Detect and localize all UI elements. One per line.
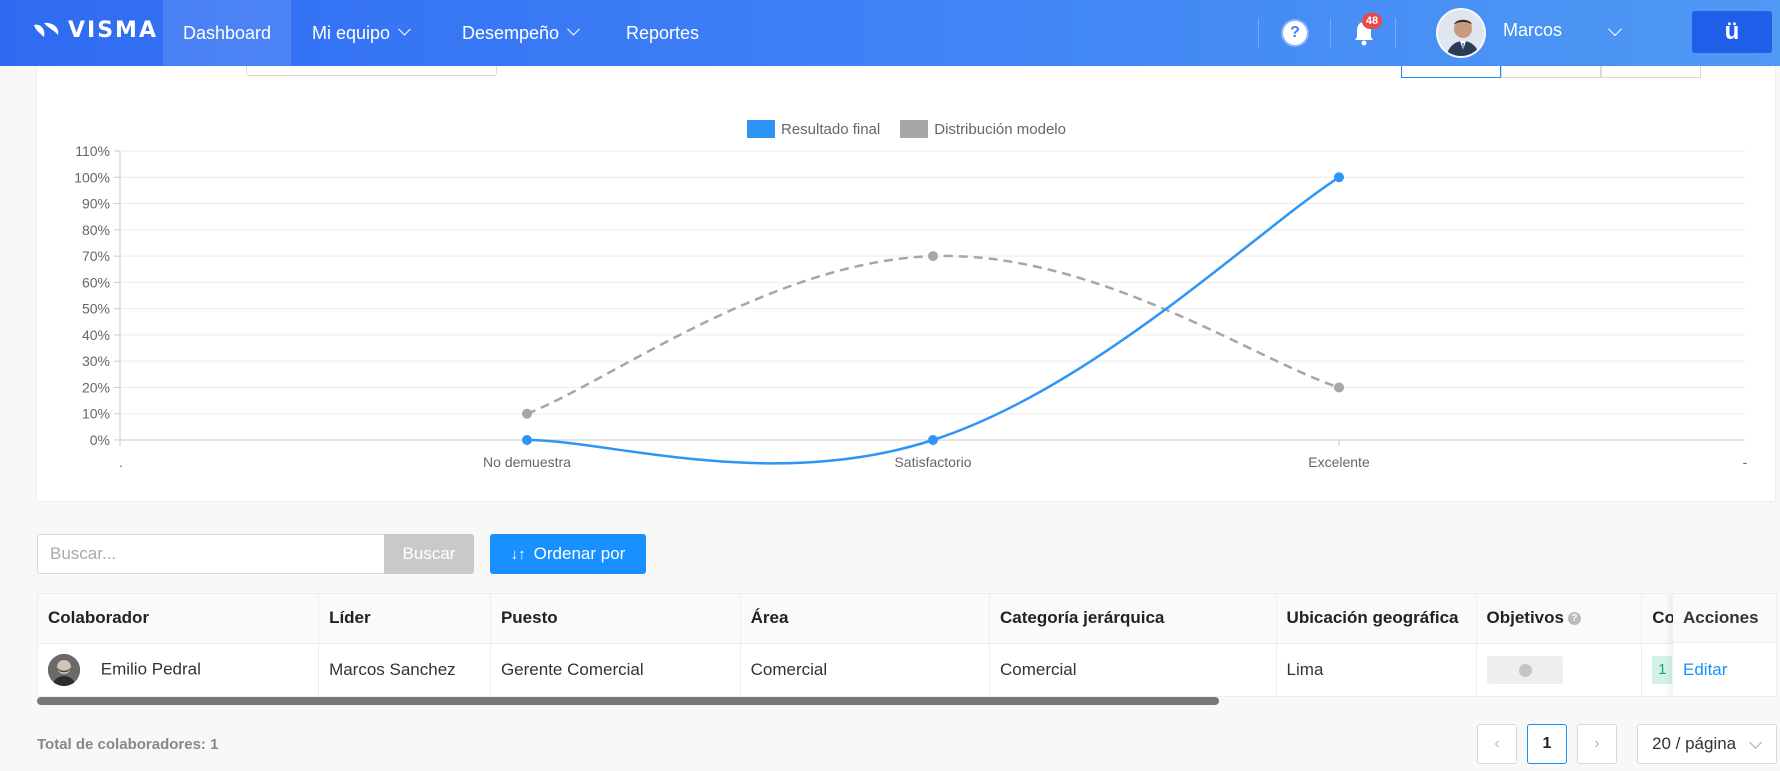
- y-tick-label: 50%: [82, 301, 110, 317]
- col-header-puesto[interactable]: Puesto: [490, 594, 741, 644]
- employee-avatar-photo: [48, 654, 80, 687]
- col-header-colaborador[interactable]: Colaborador: [38, 594, 320, 644]
- sort-arrows-icon: ↓↑: [510, 545, 526, 563]
- chevron-down-icon: [567, 22, 580, 36]
- cell-categoria: Comercial: [989, 643, 1277, 696]
- help-icon[interactable]: ?: [1283, 21, 1307, 45]
- employee-avatar[interactable]: [48, 654, 80, 687]
- result-point: [1334, 172, 1344, 183]
- y-tick-label: 30%: [82, 353, 110, 369]
- y-tick-label: 40%: [82, 327, 110, 343]
- actions-column: Acciones Editar: [1673, 594, 1776, 696]
- distribution-point: [522, 408, 532, 419]
- employee-name[interactable]: Emilio Pedral: [101, 660, 201, 679]
- horizontal-scrollbar[interactable]: [37, 697, 1219, 705]
- nav-reportes[interactable]: Reportes: [626, 0, 699, 66]
- col-header-ubicacion[interactable]: Ubicación geográfica: [1276, 594, 1477, 644]
- cell-area: Comercial: [740, 643, 990, 696]
- notification-count-badge: 48: [1362, 13, 1382, 29]
- nav-mi-equipo[interactable]: Mi equipo: [312, 0, 411, 66]
- y-tick-label: 80%: [82, 222, 110, 238]
- result-series-line: [526, 176, 1340, 465]
- x-edge-label: -: [1743, 454, 1748, 470]
- top-navbar: VISMA Dashboard Mi equipo Desempeño Repo…: [0, 0, 1780, 66]
- user-avatar-photo: [1438, 10, 1484, 56]
- nav-reportes-label: Reportes: [626, 22, 700, 43]
- page-size-value: 20 / página: [1652, 734, 1737, 753]
- objectives-status-pill[interactable]: [1486, 656, 1563, 685]
- col-header-lider[interactable]: Líder: [318, 594, 491, 644]
- cell-ubicacion: Lima: [1276, 643, 1477, 696]
- search-input[interactable]: Buscar...: [37, 534, 385, 574]
- total-collaborators: Total de colaboradores: 1: [37, 736, 219, 753]
- x-edge-label: .: [119, 454, 123, 470]
- cell-lider: Marcos Sanchez: [318, 643, 491, 696]
- result-point: [928, 435, 938, 445]
- result-point: [522, 435, 532, 445]
- nav-dashboard-label: Dashboard: [183, 22, 272, 43]
- col-header-objetivos-label: Objetivos: [1486, 608, 1564, 628]
- pagination-prev-button[interactable]: ‹: [1477, 724, 1517, 764]
- nav-dashboard[interactable]: Dashboard: [163, 0, 292, 66]
- col-header-objetivos[interactable]: Objetivos?: [1476, 594, 1643, 644]
- col-header-acciones: Acciones: [1673, 594, 1776, 643]
- nav-divider: [1395, 18, 1396, 48]
- y-tick-label: 70%: [82, 248, 110, 264]
- results-line-chart: 0% 10% 20% 30% 40% 50% 60% 70% 80% 90% 100% 110% No …: [74, 143, 1748, 470]
- collaborators-table: Colaborador Líder Puesto Área Categoría …: [37, 593, 1777, 697]
- x-tick-label: Excelente: [1308, 454, 1370, 470]
- chevron-down-icon[interactable]: [1607, 21, 1623, 37]
- nav-divider: [1330, 18, 1331, 48]
- app-switcher-button[interactable]: ü: [1692, 11, 1772, 53]
- nav-mi-equipo-label: Mi equipo: [312, 22, 391, 43]
- page-size-select[interactable]: 20 / página: [1637, 724, 1777, 764]
- y-tick-label: 90%: [82, 196, 110, 212]
- cell-puesto: Gerente Comercial: [490, 643, 741, 696]
- y-tick-label: 0%: [90, 432, 110, 448]
- x-tick-label: No demuestra: [483, 454, 571, 470]
- y-tick-label: 100%: [74, 169, 110, 185]
- distribution-point: [1334, 382, 1344, 393]
- nav-divider: [1258, 18, 1259, 48]
- visma-logo-icon: [34, 22, 59, 37]
- info-icon[interactable]: ?: [1567, 612, 1581, 626]
- y-tick-label: 10%: [82, 406, 110, 422]
- col-header-area[interactable]: Área: [740, 594, 990, 644]
- user-name[interactable]: Marcos: [1503, 20, 1562, 41]
- co-status-pill[interactable]: 1: [1652, 656, 1673, 685]
- y-tick-label: 20%: [82, 379, 110, 395]
- cell-colaborador: Emilio Pedral: [38, 643, 320, 696]
- y-tick-label: 60%: [82, 274, 110, 290]
- chevron-down-icon: [398, 22, 411, 36]
- table-header-row: Colaborador Líder Puesto Área Categoría …: [38, 594, 1776, 644]
- chevron-down-icon: [1749, 736, 1762, 749]
- nav-desempeno[interactable]: Desempeño: [462, 0, 580, 66]
- user-avatar[interactable]: [1436, 8, 1486, 58]
- distribution-point: [928, 251, 938, 262]
- visma-logo[interactable]: VISMA: [32, 18, 158, 43]
- nav-desempeno-label: Desempeño: [462, 22, 560, 43]
- x-tick-label: Satisfactorio: [894, 454, 971, 470]
- info-icon: [1518, 664, 1532, 678]
- pagination-next-button[interactable]: ›: [1577, 724, 1617, 764]
- col-header-categoria[interactable]: Categoría jerárquica: [989, 594, 1277, 644]
- sort-button-label: Ordenar por: [533, 544, 626, 563]
- sort-button[interactable]: ↓↑ Ordenar por: [490, 534, 646, 574]
- search-button[interactable]: Buscar: [384, 534, 474, 574]
- pagination-page-1[interactable]: 1: [1527, 724, 1567, 764]
- table-row[interactable]: Emilio Pedral Marcos Sanchez Gerente Com…: [38, 643, 1776, 696]
- edit-link[interactable]: Editar: [1673, 643, 1776, 696]
- y-tick-label: 110%: [75, 143, 110, 159]
- logo-text: VISMA: [68, 18, 158, 43]
- cell-objetivos: [1476, 643, 1643, 696]
